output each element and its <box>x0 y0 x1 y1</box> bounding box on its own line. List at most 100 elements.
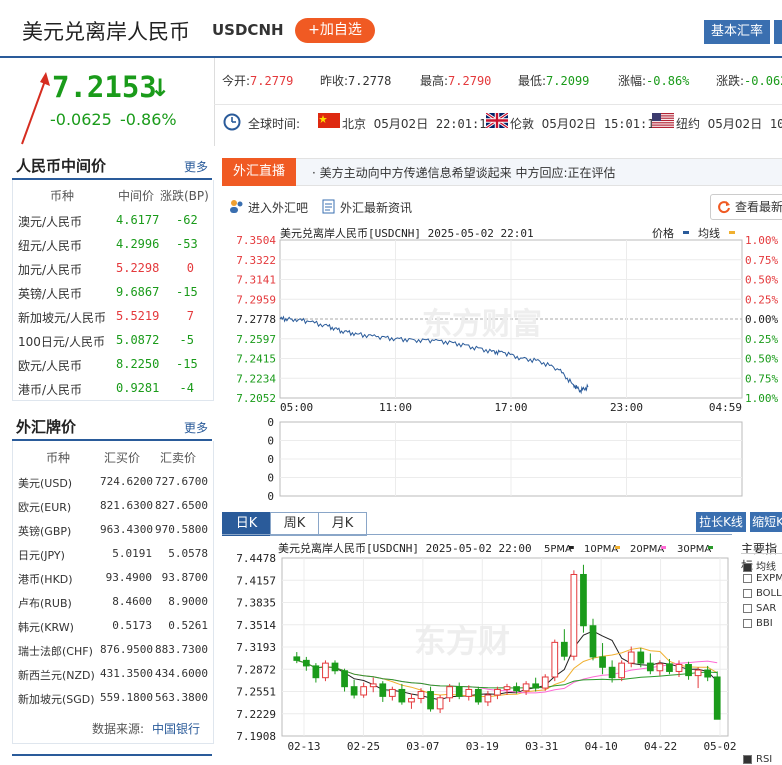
kline-x-tick: 03-07 <box>406 740 439 753</box>
up-arrow-annotation-icon <box>21 72 50 145</box>
candle-body <box>465 688 473 697</box>
candle-body <box>474 688 482 703</box>
y-tick-label: 7.3322 <box>236 254 276 267</box>
fx-sell-price: 883.7300 <box>155 643 208 656</box>
live-tab[interactable]: 外汇直播 <box>222 158 296 186</box>
us-flag-icon <box>652 113 674 128</box>
add-watchlist-button[interactable]: +加自选 <box>295 18 375 43</box>
candle-body <box>312 665 320 679</box>
mid-rate-price: 9.6867 <box>116 285 160 299</box>
fx-col-currency: 币种 <box>46 451 71 465</box>
candle-body <box>302 659 310 667</box>
view-latest-label: 查看最新 <box>735 200 782 214</box>
kline-y-tick: 7.2872 <box>236 663 276 676</box>
fx-board-more-link[interactable]: 更多 <box>184 419 208 436</box>
fx-sell-price: 827.6500 <box>155 499 208 512</box>
mid-rate-bp: -62 <box>176 213 198 227</box>
live-news-headline[interactable]: · 美方主动向中方传递信息希望谈起来 中方回应:正在评估 <box>312 164 616 181</box>
y-tick-label: 7.3141 <box>236 274 276 287</box>
kline-x-tick: 03-19 <box>466 740 499 753</box>
candle-body <box>570 573 578 657</box>
mid-rate-price: 4.6177 <box>116 213 160 227</box>
candle-body <box>599 656 606 668</box>
tab-weekly-k[interactable]: 周K <box>270 512 319 536</box>
mid-rate-currency-link[interactable]: 加元/人民币 <box>18 261 82 278</box>
watermark-logo: 东方财 <box>414 622 510 660</box>
candle-body <box>331 662 339 672</box>
candle-body <box>455 686 463 697</box>
high-quote: 最高:7.2790 <box>420 74 492 88</box>
fx-currency-name: 卢布(RUB) <box>18 597 72 610</box>
kline-title: 美元兑离岸人民币[USDCNH] 2025-05-02 22:00 <box>278 541 532 555</box>
next-tab-button[interactable] <box>774 20 782 44</box>
mid-rate-price: 5.5219 <box>116 309 160 323</box>
y-tick-label: 7.2052 <box>236 392 276 405</box>
candle-body <box>627 651 635 664</box>
indicator-option[interactable]: SAR <box>743 603 776 614</box>
mid-rate-more-link[interactable]: 更多 <box>184 158 208 175</box>
symbol-code: USDCNH <box>212 21 284 39</box>
fx-buy-price: 5.0191 <box>112 547 152 560</box>
candle-body <box>522 683 530 692</box>
mid-rate-currency-link[interactable]: 新加坡元/人民币 <box>18 309 106 326</box>
legend-avg-swatch <box>729 231 735 234</box>
mid-rate-currency-link[interactable]: 澳元/人民币 <box>18 213 82 230</box>
indicator-label: SAR <box>756 603 777 614</box>
indicator-partial[interactable]: RSI <box>743 754 772 765</box>
fx-news-link[interactable]: 外汇最新资讯 <box>340 199 412 216</box>
kline-chart[interactable]: 美元兑离岸人民币[USDCNH] 2025-05-02 22:00 5PMA 10P… <box>222 538 738 763</box>
candle-body <box>446 686 454 699</box>
indicator-option[interactable]: BOLL <box>743 588 782 599</box>
fx-buy-price: 8.4600 <box>112 595 152 608</box>
indicator-option[interactable]: 均线 <box>743 558 776 573</box>
indicator-label: EXPMA <box>756 573 782 584</box>
prev-close-quote: 昨收:7.2778 <box>320 74 392 88</box>
open-quote: 今开:7.2779 <box>222 74 294 88</box>
fx-currency-name: 英镑(GBP) <box>18 525 72 538</box>
tab-daily-k[interactable]: 日K <box>222 512 271 536</box>
volume-tick-label: 0 <box>267 490 274 502</box>
china-flag-icon <box>318 113 340 128</box>
forum-link[interactable]: 进入外汇吧 <box>248 199 308 216</box>
x-tick-label: 17:00 <box>494 401 527 414</box>
price-change: -0.0625 <box>50 110 112 129</box>
indicators-divider <box>741 553 782 554</box>
candle-body <box>379 683 387 697</box>
ma-legend-label: 30PMA <box>677 544 711 555</box>
kline-y-tick: 7.4478 <box>236 552 276 565</box>
indicator-option[interactable]: EXPMA <box>743 573 782 584</box>
base-rate-button[interactable]: 基本汇率 <box>704 20 770 44</box>
source-link[interactable]: 中国银行 <box>152 720 200 737</box>
kline-x-tick: 02-13 <box>287 740 320 753</box>
lengthen-kline-button[interactable]: 拉长K线 <box>696 512 746 532</box>
kline-y-tick: 7.4157 <box>236 574 276 587</box>
legend-avg: 均线 <box>698 226 720 240</box>
mid-rate-bp: 0 <box>186 261 194 275</box>
mid-rate-currency-link[interactable]: 港币/人民币 <box>18 381 82 398</box>
mid-rate-bp: 7 <box>186 309 194 323</box>
mid-rate-currency-link[interactable]: 欧元/人民币 <box>18 357 82 374</box>
y-tick-label: 7.2597 <box>236 333 276 346</box>
candle-body <box>436 697 444 710</box>
indicator-label: BBI <box>756 618 773 629</box>
fx-buy-price: 0.5173 <box>112 619 152 632</box>
mid-rate-currency-link[interactable]: 纽元/人民币 <box>18 237 82 254</box>
candle-body <box>427 691 434 710</box>
candle-body <box>704 669 712 678</box>
intraday-chart[interactable]: 美元兑离岸人民币[USDCNH] 2025-05-02 22:01 价格 均线 7.3… <box>222 222 782 502</box>
quote-panel <box>214 58 782 146</box>
candle-body <box>666 663 673 672</box>
mid-rate-currency-link[interactable]: 100日元/人民币 <box>18 333 105 350</box>
fx-board-header: 外汇牌价 更多 <box>12 415 212 441</box>
candle-body <box>694 669 702 677</box>
candle-body <box>503 686 511 690</box>
fx-buy-price: 821.6300 <box>100 499 153 512</box>
indicator-checkbox <box>743 618 752 628</box>
candle-body <box>656 663 664 672</box>
tab-monthly-k[interactable]: 月K <box>318 512 367 536</box>
mid-rate-currency-link[interactable]: 英镑/人民币 <box>18 285 82 302</box>
fx-currency-name: 日元(JPY) <box>18 549 65 562</box>
shorten-kline-button[interactable]: 缩短K <box>750 512 782 532</box>
london-time: 伦敦 05月02日 15:01:12 <box>510 117 662 131</box>
indicator-option[interactable]: BBI <box>743 618 773 629</box>
